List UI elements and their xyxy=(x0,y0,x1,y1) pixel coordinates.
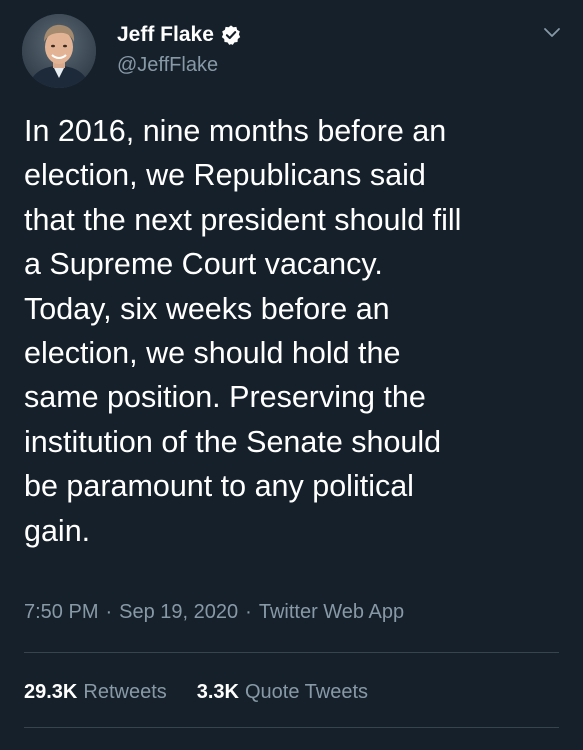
tweet-source[interactable]: Twitter Web App xyxy=(259,601,404,624)
quote-tweets-count: 3.3K xyxy=(196,680,239,703)
divider xyxy=(24,652,559,653)
chevron-down-icon[interactable] xyxy=(542,26,562,40)
meta-separator: · xyxy=(245,600,252,623)
avatar[interactable] xyxy=(22,14,96,88)
verified-badge-icon xyxy=(220,24,242,46)
quote-tweets-stat[interactable]: 3.3K Quote Tweets xyxy=(197,681,368,704)
tweet-date[interactable]: Sep 19, 2020 xyxy=(119,601,238,624)
tweet-header: Jeff Flake @JeffFlake xyxy=(22,14,562,90)
author-display-name[interactable]: Jeff Flake xyxy=(117,23,214,47)
tweet-card: Jeff Flake @JeffFlake In 2016, nine mont… xyxy=(0,0,583,750)
quote-tweets-label: Quote Tweets xyxy=(245,680,369,703)
meta-separator: · xyxy=(105,600,113,623)
display-name-row: Jeff Flake xyxy=(117,20,242,50)
tweet-text: In 2016, nine months before an election,… xyxy=(24,114,462,548)
divider xyxy=(24,727,559,728)
retweets-label: Retweets xyxy=(83,680,167,703)
profile-photo xyxy=(22,14,96,88)
tweet-stats: 29.3K Retweets 3.3K Quote Tweets xyxy=(24,677,398,707)
retweets-stat[interactable]: 29.3K Retweets xyxy=(24,681,167,704)
author-names: Jeff Flake @JeffFlake xyxy=(117,20,242,77)
tweet-time[interactable]: 7:50 PM xyxy=(24,601,98,624)
author-handle[interactable]: @JeffFlake xyxy=(117,54,242,77)
tweet-meta: 7:50 PM · Sep 19, 2020 · Twitter Web App xyxy=(24,597,404,627)
retweets-count: 29.3K xyxy=(24,680,78,703)
